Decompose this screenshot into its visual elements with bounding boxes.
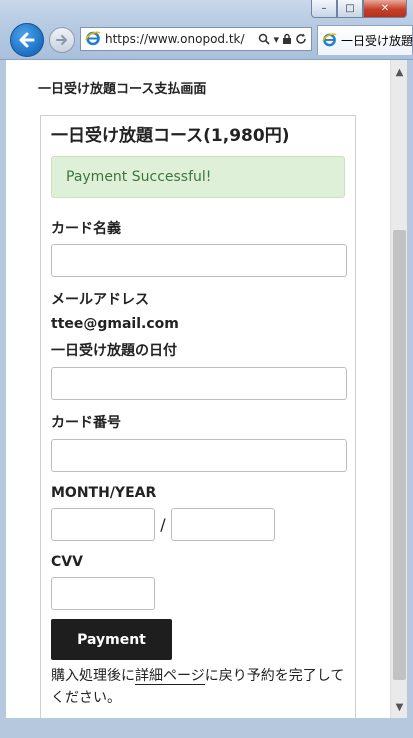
date-label: 一日受け放題の日付	[51, 343, 177, 359]
browser-tab[interactable]: 一日受け放題	[317, 25, 413, 55]
browser-titlebar: – □ ✕ https://www.onopod.tk/ ▾ 一日受け放題	[0, 0, 413, 60]
date-input[interactable]	[51, 367, 347, 400]
email-value: ttee@gmail.com	[51, 316, 179, 332]
payment-button[interactable]: Payment	[51, 619, 172, 660]
ie-logo-icon	[85, 30, 101, 49]
dropdown-arrow-icon[interactable]: ▾	[273, 33, 279, 46]
minimize-button[interactable]: –	[311, 0, 337, 18]
back-button[interactable]	[10, 23, 44, 57]
card-number-label: カード番号	[51, 415, 121, 431]
window-frame-bottom	[0, 718, 413, 738]
window-controls: – □ ✕	[311, 0, 407, 18]
address-bar[interactable]: https://www.onopod.tk/ ▾	[80, 27, 312, 51]
success-alert: Payment Successful!	[51, 156, 345, 198]
expiry-row: /	[51, 508, 345, 541]
vertical-scrollbar[interactable]: ▲ ▼	[390, 60, 407, 718]
arrow-left-icon	[19, 32, 35, 48]
details-page-link[interactable]: 詳細ページ	[135, 668, 205, 685]
ie-logo-icon	[322, 32, 337, 50]
maximize-button[interactable]: □	[337, 0, 363, 18]
card-name-input[interactable]	[51, 244, 347, 277]
cvv-input[interactable]	[51, 577, 155, 610]
month-input[interactable]	[51, 508, 155, 541]
close-window-button[interactable]: ✕	[363, 0, 407, 18]
arrow-right-icon	[56, 35, 67, 45]
scrollbar-thumb[interactable]	[393, 230, 406, 680]
lock-icon[interactable]	[282, 33, 292, 45]
card-number-input[interactable]	[51, 439, 347, 472]
scroll-down-icon[interactable]: ▼	[391, 699, 408, 716]
page-title: 一日受け放題コース支払画面	[38, 82, 207, 97]
plan-title: 一日受け放題コース(1,980円)	[51, 126, 290, 146]
payment-form-card: 一日受け放題コース(1,980円) Payment Successful! カー…	[40, 115, 356, 738]
year-input[interactable]	[171, 508, 275, 541]
window-frame-right	[407, 60, 413, 738]
url-text[interactable]: https://www.onopod.tk/	[105, 32, 254, 46]
window-frame-left	[0, 60, 6, 738]
note-prefix: 購入処理後に	[51, 668, 135, 684]
address-tools: ▾	[254, 32, 311, 46]
card-name-label: カード名義	[51, 221, 121, 237]
cvv-label: CVV	[51, 554, 83, 570]
completion-note: 購入処理後に詳細ページに戻り予約を完了してください。	[51, 665, 347, 709]
forward-button[interactable]	[49, 27, 75, 53]
email-label: メールアドレス	[51, 292, 149, 308]
search-icon[interactable]	[258, 33, 271, 45]
scroll-up-icon[interactable]: ▲	[391, 64, 408, 81]
tab-title: 一日受け放題	[341, 34, 413, 48]
expiry-separator: /	[160, 515, 166, 534]
refresh-icon[interactable]	[295, 33, 307, 45]
month-year-label: MONTH/YEAR	[51, 485, 157, 501]
